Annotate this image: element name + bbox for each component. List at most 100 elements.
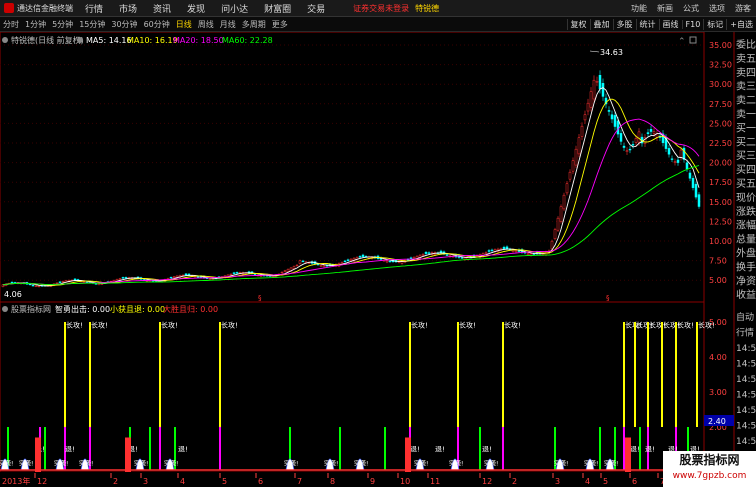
- candle-body: [172, 276, 176, 278]
- side-item[interactable]: 收益: [736, 288, 756, 301]
- side-item[interactable]: 涨幅: [736, 219, 756, 232]
- tool-add-watchlist[interactable]: +自选: [726, 18, 756, 30]
- period-monthly[interactable]: 月线: [217, 19, 239, 30]
- menu-wealth[interactable]: 财富圈: [256, 2, 299, 15]
- period-multi[interactable]: 多周期: [239, 19, 269, 30]
- sudden-label: 突袭!: [284, 460, 298, 468]
- candle-body: [184, 273, 188, 276]
- tool-stats[interactable]: 统计: [635, 18, 659, 30]
- period-daily[interactable]: 日线: [173, 19, 195, 30]
- main-panel-menu-icon[interactable]: [2, 37, 8, 43]
- menu-discover[interactable]: 发现: [179, 2, 213, 15]
- candle-body: [10, 281, 14, 284]
- menu-news[interactable]: 资讯: [145, 2, 179, 15]
- y-tick-label: 5.00: [709, 276, 727, 285]
- tool-draw-line[interactable]: 画线: [658, 18, 682, 30]
- candle-body: [679, 149, 683, 158]
- side-item[interactable]: 卖一: [736, 109, 756, 121]
- candle-body: [556, 217, 560, 231]
- candle-body: [571, 160, 575, 172]
- login-notice[interactable]: 证券交易未登录: [353, 3, 409, 14]
- x-month-label: 12: [482, 477, 492, 486]
- period-60min[interactable]: 60分钟: [141, 19, 173, 30]
- side-item[interactable]: 买三: [736, 150, 756, 162]
- side-item[interactable]: 卖二: [736, 95, 756, 107]
- candle-body: [490, 249, 494, 252]
- menu-trade[interactable]: 交易: [299, 2, 333, 15]
- x-month-label: 4: [180, 477, 185, 486]
- side-item[interactable]: 卖四: [736, 67, 756, 79]
- sudden-label: 突袭!: [484, 460, 498, 468]
- side-item[interactable]: 卖三: [736, 81, 756, 93]
- x-month-label: 10: [400, 477, 410, 486]
- menu-function[interactable]: 功能: [626, 3, 652, 14]
- side-item[interactable]: 委比: [736, 38, 756, 51]
- chart-area[interactable]: 特锐德(日线 前复权) MA5: 14.16 MA10: 16.19 MA20:…: [0, 31, 756, 487]
- attack-label: 长攻!: [504, 320, 521, 329]
- retreat-label: 退!: [630, 445, 640, 454]
- candle-body: [409, 257, 413, 259]
- side-item[interactable]: 买二: [736, 136, 756, 148]
- y-tick-label: 10.00: [709, 237, 732, 246]
- side-item[interactable]: 换手: [736, 260, 756, 273]
- tool-f10[interactable]: F10: [681, 19, 704, 29]
- period-1min[interactable]: 1分钟: [22, 19, 49, 30]
- big-win-bar: [405, 437, 411, 478]
- candle-body: [208, 278, 212, 280]
- menu-ask[interactable]: 问小达: [213, 2, 256, 15]
- sudden-label: 突袭!: [449, 460, 463, 468]
- candle-body: [673, 161, 677, 163]
- period-30min[interactable]: 30分钟: [108, 19, 140, 30]
- side-item[interactable]: 买四: [736, 164, 756, 176]
- side-item[interactable]: 净资: [736, 274, 756, 287]
- side-item[interactable]: 卖五: [736, 53, 756, 65]
- candle-body: [319, 265, 323, 267]
- candle-body: [568, 171, 572, 180]
- candle-body: [301, 260, 305, 263]
- candle-body: [592, 79, 596, 100]
- panel-maximize-icon[interactable]: [689, 36, 697, 44]
- menu-formula[interactable]: 公式: [678, 3, 704, 14]
- candle-body: [553, 229, 557, 240]
- candle-body: [58, 281, 62, 283]
- ma-settings-icon[interactable]: [77, 37, 83, 43]
- kline-chart[interactable]: 特锐德(日线 前复权) MA5: 14.16 MA10: 16.19 MA20:…: [0, 31, 756, 487]
- candle-body: [412, 257, 416, 259]
- period-5min[interactable]: 5分钟: [49, 19, 76, 30]
- candle-body: [685, 162, 689, 170]
- side-panel[interactable]: 委比卖五卖四卖三卖二卖一买一买二买三买四买五现价涨跌涨幅总量外盘换手净资收益自动…: [736, 38, 756, 463]
- candle-body: [589, 91, 593, 108]
- period-weekly[interactable]: 周线: [195, 19, 217, 30]
- period-intraday[interactable]: 分时: [0, 19, 22, 30]
- candle-body: [82, 281, 86, 283]
- menu-options[interactable]: 选项: [704, 3, 730, 14]
- period-15min[interactable]: 15分钟: [76, 19, 108, 30]
- side-item[interactable]: 涨跌: [736, 205, 756, 218]
- x-axis-bar: [0, 472, 704, 487]
- tool-overlay[interactable]: 叠加: [589, 18, 613, 30]
- menu-quotes[interactable]: 行情: [77, 2, 111, 15]
- side-item[interactable]: 总量: [736, 233, 756, 246]
- period-more[interactable]: 更多: [269, 19, 291, 30]
- side-item[interactable]: 买五: [736, 178, 756, 190]
- tool-multi-stock[interactable]: 多股: [612, 18, 636, 30]
- sudden-label: 突袭!: [554, 460, 568, 468]
- side-item[interactable]: 外盘: [736, 247, 756, 260]
- app-title: 通达信金融终端: [17, 3, 73, 13]
- indicator-menu-icon[interactable]: [2, 306, 8, 312]
- attack-label: 长攻!: [91, 320, 108, 329]
- main-grid: [0, 44, 704, 281]
- ma60-line: [2, 165, 700, 286]
- candle-body: [580, 125, 584, 137]
- tool-mark[interactable]: 标记: [703, 18, 726, 30]
- x-month-label: 6: [632, 477, 637, 486]
- x-axis-year: 2013年: [2, 476, 30, 486]
- side-item[interactable]: 买一: [736, 122, 756, 134]
- candle-body: [169, 277, 173, 279]
- menu-market[interactable]: 市场: [111, 2, 145, 15]
- side-item[interactable]: 现价: [736, 192, 756, 204]
- guest-user[interactable]: 游客: [730, 3, 756, 14]
- tool-rights[interactable]: 复权: [566, 18, 590, 30]
- app-logo: 通达信金融终端: [0, 3, 77, 14]
- menu-new-draw[interactable]: 新画: [652, 3, 678, 14]
